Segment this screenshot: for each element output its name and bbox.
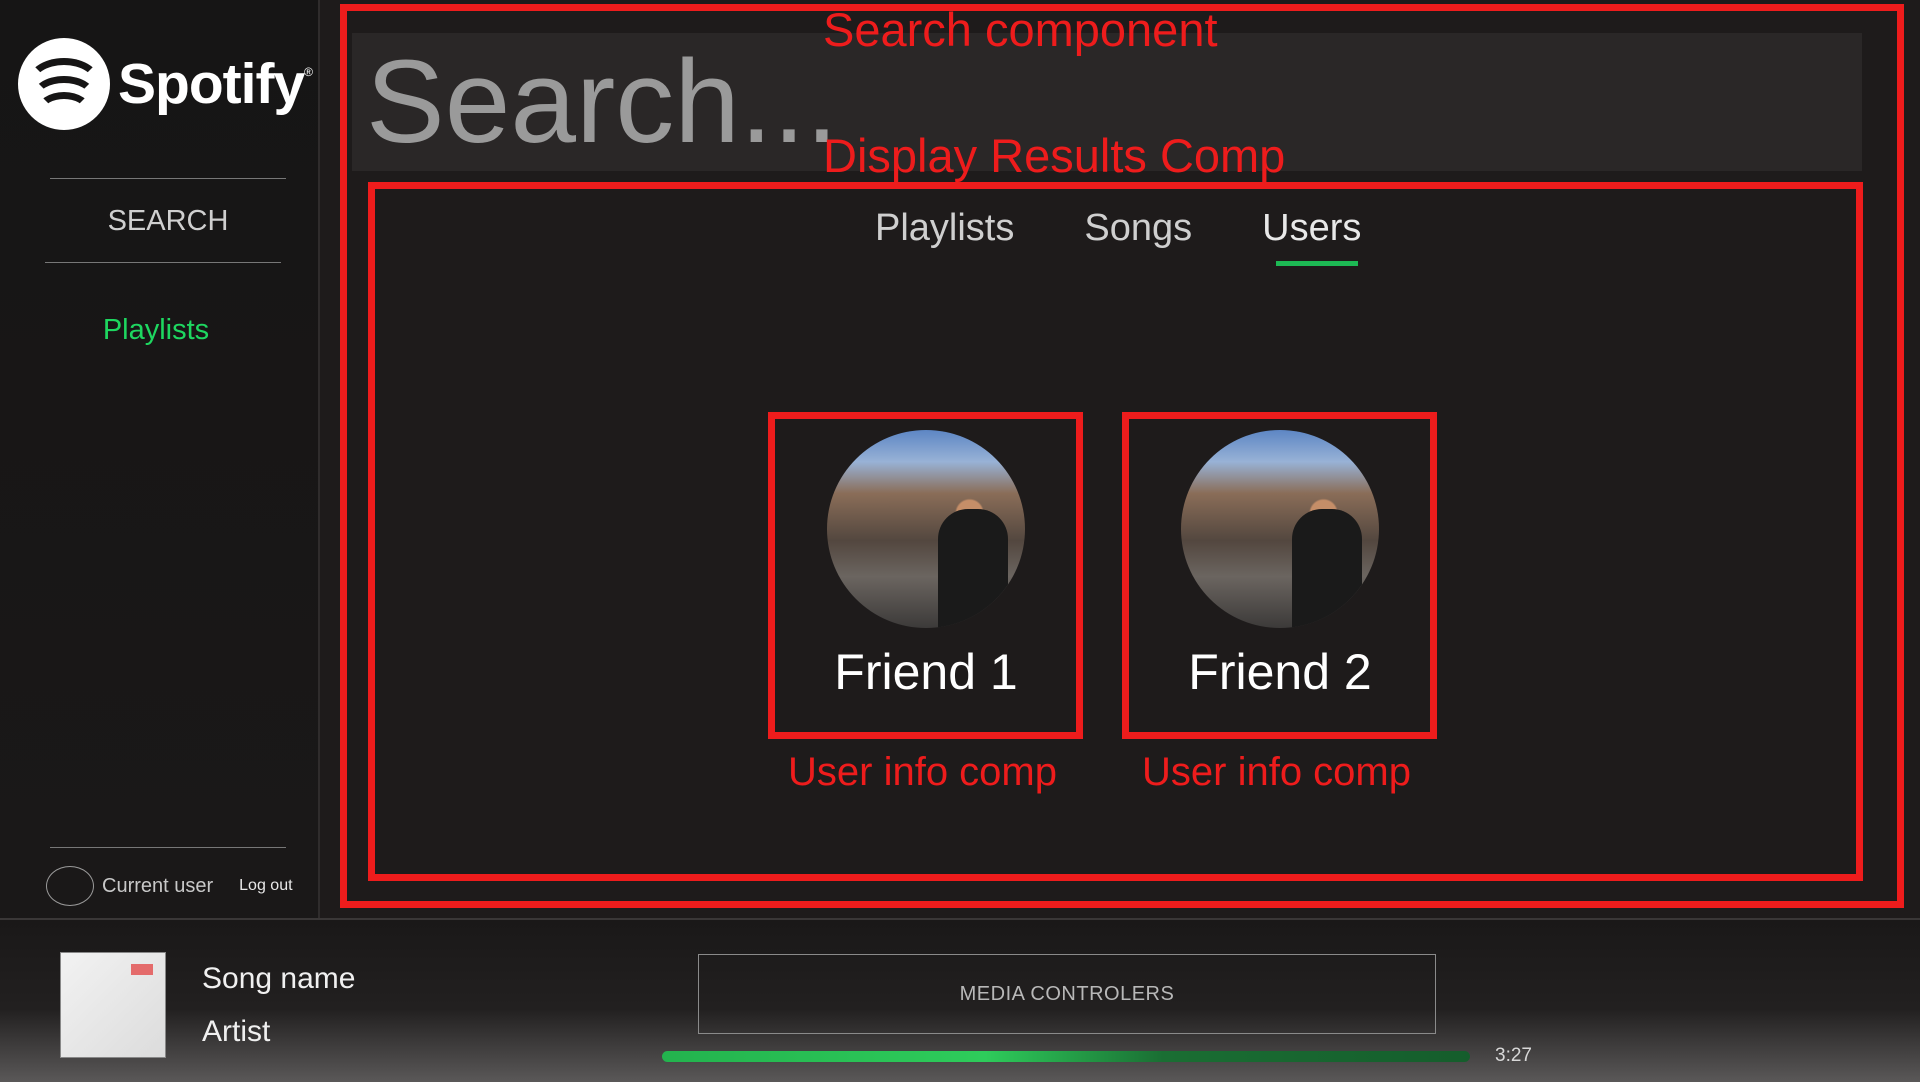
results-tabs: Playlists Songs Users — [875, 207, 1431, 266]
divider — [45, 262, 281, 263]
user-avatar-photo — [827, 430, 1025, 628]
sidebar-item-playlists[interactable]: Playlists — [0, 314, 312, 347]
media-controls[interactable]: MEDIA CONTROLERS — [698, 954, 1436, 1034]
avatar[interactable] — [46, 866, 94, 906]
song-name[interactable]: Song name — [202, 962, 355, 996]
tab-songs[interactable]: Songs — [1084, 207, 1192, 250]
progress-bar[interactable] — [662, 1051, 1470, 1062]
divider — [50, 178, 286, 179]
divider — [50, 847, 286, 848]
tab-playlists[interactable]: Playlists — [875, 207, 1014, 250]
track-time: 3:27 — [1495, 1045, 1532, 1066]
current-user-row: Current user Log out — [46, 866, 293, 906]
sidebar: Spotify® SEARCH Playlists Current user L… — [0, 0, 320, 918]
tab-users[interactable]: Users — [1262, 207, 1361, 266]
progress-fill — [662, 1051, 1470, 1062]
album-cover[interactable] — [60, 952, 166, 1058]
spotify-icon — [18, 38, 110, 130]
logo-wordmark: Spotify® — [118, 52, 313, 116]
sidebar-item-search[interactable]: SEARCH — [0, 205, 336, 238]
user-card[interactable]: Friend 2 — [1129, 418, 1431, 724]
logout-link[interactable]: Log out — [239, 877, 292, 895]
user-card[interactable]: Friend 1 — [775, 418, 1077, 724]
current-user-label[interactable]: Current user — [102, 875, 213, 898]
artist-name[interactable]: Artist — [202, 1015, 270, 1049]
user-name: Friend 1 — [834, 644, 1018, 700]
search-input[interactable] — [366, 39, 1846, 165]
spotify-logo[interactable]: Spotify® — [18, 38, 313, 130]
results-panel: Playlists Songs Users Friend 1 Friend 2 — [375, 190, 1853, 870]
search-panel — [352, 33, 1862, 171]
player-bar: Song name Artist MEDIA CONTROLERS 3:27 — [0, 918, 1920, 1082]
user-name: Friend 2 — [1188, 644, 1372, 700]
user-avatar-photo — [1181, 430, 1379, 628]
